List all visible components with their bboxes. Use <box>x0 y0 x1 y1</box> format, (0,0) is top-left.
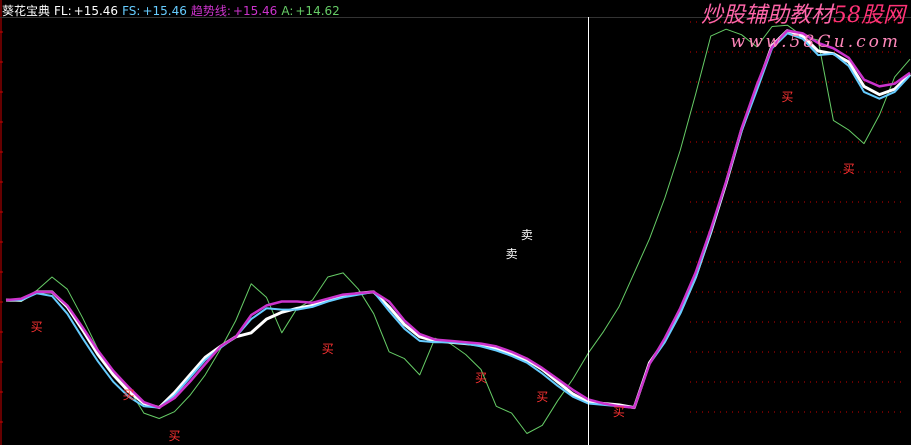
series-line-a <box>5 24 911 434</box>
chart-panel[interactable]: 葵花宝典 FL: +15.46 FS: +15.46 趋势线: +15.46 A: +14.62… <box>0 0 911 445</box>
fs-value: +15.46 <box>142 4 187 18</box>
indicator-plot[interactable] <box>0 0 911 445</box>
indicator-header: 葵花宝典 FL: +15.46 FS: +15.46 趋势线: +15.46 A: +14.62 <box>2 3 344 19</box>
a-label: A: <box>281 4 294 18</box>
indicator-name: 葵花宝典 <box>2 4 51 18</box>
buy-signal-marker: 买 <box>475 370 488 385</box>
fl-label: FL: <box>54 4 72 18</box>
buy-signal-marker: 买 <box>321 342 334 357</box>
sell-signal-marker: 卖 <box>505 246 518 261</box>
buy-signal-marker: 买 <box>122 388 135 403</box>
sell-signal-marker: 卖 <box>520 227 533 242</box>
buy-signal-marker: 买 <box>536 389 549 404</box>
buy-signal-marker: 买 <box>168 429 181 444</box>
watermark-title: 炒股辅助教材58股网 <box>701 4 905 28</box>
a-value: +14.62 <box>295 4 340 18</box>
series-line-trend <box>5 29 911 409</box>
fs-label: FS: <box>122 4 141 18</box>
buy-signal-marker: 买 <box>30 320 43 335</box>
fl-value: +15.46 <box>73 4 119 18</box>
watermark-url: www.58Gu.com <box>730 32 901 52</box>
series-line-fl <box>6 29 911 410</box>
series-line-fs <box>6 32 911 409</box>
trend-value: +15.46 <box>232 4 278 18</box>
watermark-title-b: 58股网 <box>833 3 905 28</box>
buy-signal-marker: 买 <box>612 404 625 419</box>
watermark-title-a: 炒股辅助教材 <box>700 3 833 28</box>
buy-signal-marker: 买 <box>842 162 855 177</box>
buy-signal-marker: 买 <box>781 90 794 105</box>
trend-label: 趋势线: <box>190 4 231 18</box>
